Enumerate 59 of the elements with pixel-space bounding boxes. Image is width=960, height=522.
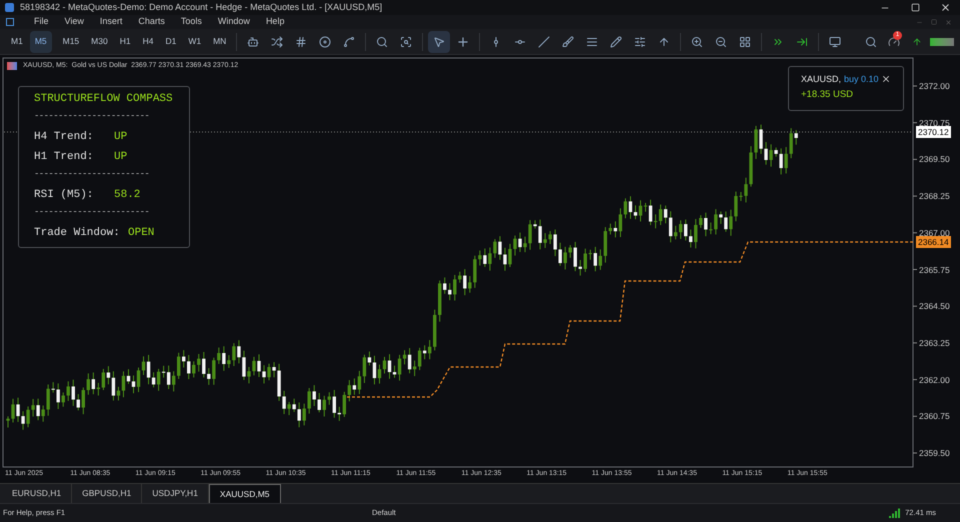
symbol-icon xyxy=(7,62,17,70)
timeframe-button[interactable]: M1 xyxy=(6,30,28,52)
row-value: 58.2 xyxy=(114,188,140,203)
chart-tab[interactable]: XAUUSD,M5 xyxy=(208,484,281,503)
timeframe-button[interactable]: M15 xyxy=(58,30,84,52)
window-title: 58198342 - MetaQuotes-Demo: Demo Account - Hedge - MetaQuotes Ltd. - [XAUUSD,M5] xyxy=(20,0,382,14)
price-label: 2364.50 xyxy=(919,300,950,312)
maximize-icon xyxy=(910,3,920,12)
gauge-icon[interactable] xyxy=(888,36,900,48)
position-side: buy 0.10 xyxy=(844,73,879,86)
child-restore-icon[interactable] xyxy=(931,19,937,25)
timeframe-button[interactable]: H1 xyxy=(114,30,136,52)
price-label: 2367.00 xyxy=(919,226,950,239)
menu-item[interactable]: Insert xyxy=(92,15,130,29)
timeframe-button[interactable]: W1 xyxy=(183,30,206,52)
row-value: UP xyxy=(114,130,128,145)
price-label: 2372.00 xyxy=(919,80,950,92)
timeframe-button[interactable]: H4 xyxy=(138,30,158,52)
position-profit: +18.35 USD xyxy=(801,88,854,102)
row-label: RSI (M5): xyxy=(34,188,94,203)
row-label: H4 Trend: xyxy=(34,130,94,145)
cursor-icon[interactable] xyxy=(428,30,450,52)
position-symbol: XAUUSD, xyxy=(801,73,842,86)
menu-item[interactable]: Charts xyxy=(130,15,173,29)
price-label: 2365.75 xyxy=(919,264,950,276)
app-logo-icon xyxy=(5,3,14,12)
menu-item[interactable]: Tools xyxy=(172,15,210,29)
price-label: 2362.00 xyxy=(919,374,950,386)
close-icon xyxy=(940,2,950,13)
grid-menu-icon[interactable] xyxy=(6,18,14,26)
menu-item[interactable]: Window xyxy=(210,15,258,29)
menu-item[interactable]: Help xyxy=(258,15,292,29)
timeframe-button[interactable]: M5 xyxy=(30,30,52,52)
price-label: 2369.50 xyxy=(919,153,950,166)
timeframe-button[interactable]: MN xyxy=(208,30,232,52)
close-button[interactable] xyxy=(881,74,891,84)
price-label: 2363.25 xyxy=(919,336,950,349)
signal-up-icon[interactable] xyxy=(912,36,922,46)
dashed-divider: ------------------------ xyxy=(34,206,150,219)
dashed-divider: ------------------------ xyxy=(34,110,150,123)
price-label: 2368.25 xyxy=(919,190,950,202)
row-label: H1 Trend: xyxy=(34,150,94,165)
timeframe-button[interactable]: D1 xyxy=(160,30,182,52)
stop-level-label: 2366.14 xyxy=(916,236,951,248)
timeframe-button[interactable]: M30 xyxy=(86,30,113,52)
price-label: 2360.75 xyxy=(919,410,950,422)
dashed-divider: ------------------------ xyxy=(34,168,150,181)
price-label: 2370.75 xyxy=(919,116,950,129)
menu-item[interactable]: File xyxy=(26,15,57,29)
row-value: UP xyxy=(114,150,128,165)
child-close-icon[interactable] xyxy=(945,18,952,26)
price-label: 2359.50 xyxy=(919,447,950,459)
current-price-label: 2370.12 xyxy=(916,126,951,138)
level-bar xyxy=(930,38,954,46)
row-value: OPEN xyxy=(128,226,154,241)
row-label: Trade Window: xyxy=(34,226,121,241)
signal-icon xyxy=(889,508,902,518)
menu-item[interactable]: View xyxy=(56,15,92,29)
panel-title: STRUCTUREFLOW COMPASS xyxy=(34,92,174,106)
